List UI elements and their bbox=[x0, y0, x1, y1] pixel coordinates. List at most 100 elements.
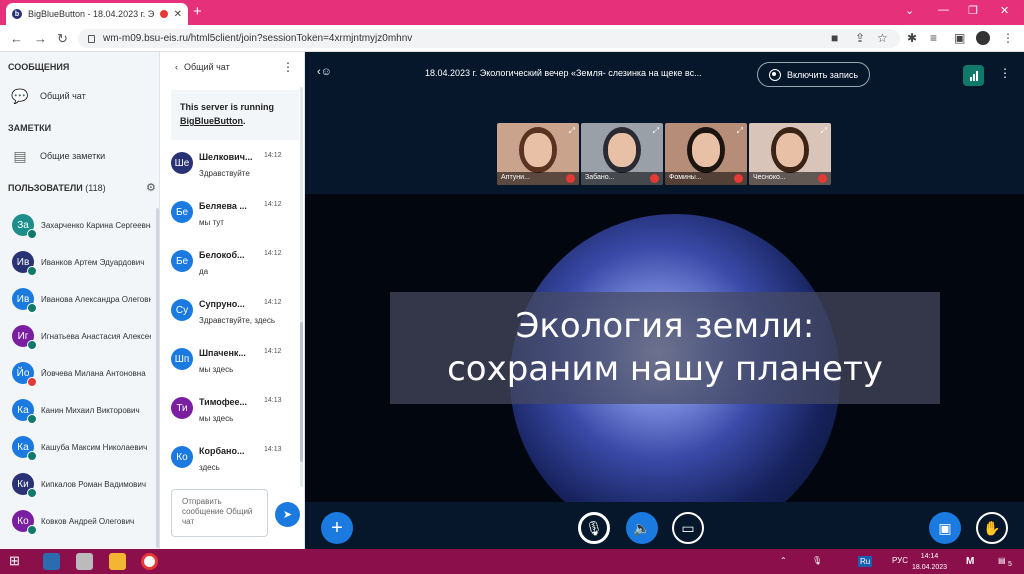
user-list-item[interactable]: Иг Игнатьева Анастасия Алексеевна bbox=[12, 321, 160, 351]
notes-header: ЗАМЕТКИ bbox=[8, 123, 52, 133]
notifications-icon[interactable]: ▤ bbox=[998, 556, 1006, 565]
message-author: Корбано... bbox=[199, 446, 245, 456]
webcam-tile[interactable]: ⤢ Чесноко... bbox=[749, 123, 831, 185]
share-webcam-button[interactable]: ▭ bbox=[672, 512, 704, 544]
close-window-button[interactable]: ✕ bbox=[1000, 4, 1009, 17]
headset-icon bbox=[27, 229, 37, 239]
tab-close-icon[interactable]: ✕ bbox=[174, 9, 182, 20]
send-message-button[interactable]: ➤ bbox=[275, 502, 300, 527]
users-settings-gear-icon[interactable]: ⚙ bbox=[146, 181, 156, 194]
avatar-initials: Ше bbox=[174, 157, 190, 169]
fullscreen-icon[interactable]: ⤢ bbox=[569, 126, 575, 136]
avatar: Су bbox=[171, 299, 193, 321]
bookmark-star-icon[interactable]: ☆ bbox=[877, 31, 888, 45]
address-bar[interactable]: wm-m09.bsu-eis.ru/html5client/join?sessi… bbox=[78, 29, 900, 48]
tab-search-icon[interactable]: ⌄ bbox=[905, 4, 914, 17]
chat-message-input[interactable]: Отправить сообщение Общий чат bbox=[171, 489, 268, 537]
recording-indicator-icon bbox=[159, 10, 168, 18]
fullscreen-icon[interactable]: ⤢ bbox=[653, 126, 659, 136]
forward-arrow-icon[interactable]: → bbox=[34, 31, 47, 46]
public-chat-item[interactable]: 💬 Общий чат bbox=[10, 88, 85, 104]
avatar-initials: Бе bbox=[175, 255, 189, 267]
profile-avatar[interactable] bbox=[976, 31, 990, 45]
meeting-options-icon[interactable]: ⋮ bbox=[999, 66, 1011, 80]
avatar: Ше bbox=[171, 152, 193, 174]
keyboard-language[interactable]: РУС bbox=[892, 556, 908, 565]
user-list[interactable]: За Захарченко Карина Сергеевна Ив Иванков А… bbox=[0, 206, 160, 551]
message-text: Здравствуйте, здесь bbox=[199, 316, 276, 325]
side-panel-icon[interactable]: ▣ bbox=[954, 31, 965, 45]
file-explorer-icon[interactable] bbox=[109, 553, 126, 570]
mic-muted-icon bbox=[27, 377, 37, 387]
lang-badge[interactable]: Ru bbox=[858, 556, 873, 567]
welcome-text: This server is running bbox=[180, 102, 275, 112]
avatar-initials: За bbox=[17, 219, 29, 231]
chat-scrollbar-thumb[interactable] bbox=[300, 322, 303, 462]
headset-icon bbox=[27, 525, 37, 535]
message-time: 14:12 bbox=[264, 250, 282, 257]
user-name: Игнатьева Анастасия Алексеевна bbox=[41, 331, 151, 341]
user-list-item[interactable]: Ив Иванова Александра Олеговна bbox=[12, 284, 160, 314]
extensions-icon[interactable]: ✱ bbox=[907, 31, 917, 45]
maximize-button[interactable]: ❐ bbox=[968, 4, 978, 17]
presentation-toggle-button[interactable]: ▣ bbox=[929, 512, 961, 544]
meeting-area: ‹☺ 18.04.2023 г. Экологический вечер «Зе… bbox=[305, 52, 1024, 549]
user-list-item[interactable]: Ка Канин Михаил Викторович bbox=[12, 395, 160, 425]
unmute-microphone-button[interactable]: 🎙 bbox=[578, 512, 610, 544]
mic-muted-icon bbox=[818, 174, 827, 183]
tray-mic-icon[interactable]: 🎙 bbox=[812, 556, 822, 565]
hand-icon: ✋ bbox=[983, 519, 1001, 536]
bigbluebutton-link[interactable]: BigBlueButton bbox=[180, 116, 243, 126]
users-sidebar: СООБЩЕНИЯ 💬 Общий чат ЗАМЕТКИ ▤ Общие за… bbox=[0, 52, 160, 549]
start-recording-button[interactable]: Включить запись bbox=[757, 62, 870, 87]
taskbar-app-icon[interactable] bbox=[43, 553, 60, 570]
chevron-left-icon[interactable]: ‹ bbox=[175, 62, 178, 72]
url-text: wm-m09.bsu-eis.ru/html5client/join?sessi… bbox=[103, 33, 413, 44]
new-tab-button[interactable]: + bbox=[193, 4, 202, 20]
avatar-initials: Су bbox=[175, 304, 189, 316]
headset-icon bbox=[27, 266, 37, 276]
user-list-item[interactable]: За Захарченко Карина Сергеевна bbox=[12, 210, 160, 240]
taskbar-app-logo-icon[interactable]: M bbox=[966, 556, 974, 567]
avatar-initials: Ко bbox=[176, 451, 188, 463]
taskbar-app-icon[interactable] bbox=[76, 553, 93, 570]
webcam-tile[interactable]: ⤢ Забано... bbox=[581, 123, 663, 185]
browser-tab[interactable]: b BigBlueButton - 18.04.2023 г. Эк ✕ bbox=[6, 3, 188, 25]
tray-chevron-icon[interactable]: ⌃ bbox=[780, 556, 787, 565]
camera-icon[interactable]: ■ bbox=[831, 31, 838, 45]
webcam-tile[interactable]: ⤢ Фомины... bbox=[665, 123, 747, 185]
back-arrow-icon[interactable]: ← bbox=[10, 31, 23, 46]
user-list-item[interactable]: Ив Иванков Артем Эдуардович bbox=[12, 247, 160, 277]
minimize-button[interactable]: — bbox=[938, 4, 949, 16]
windows-start-icon[interactable]: ⊞ bbox=[9, 553, 26, 570]
user-list-item[interactable]: Ка Кашуба Максим Николаевич bbox=[12, 432, 160, 462]
chat-options-icon[interactable]: ⋮ bbox=[282, 60, 294, 74]
fullscreen-icon[interactable]: ⤢ bbox=[821, 126, 827, 136]
message-time: 14:12 bbox=[264, 299, 282, 306]
raise-hand-button[interactable]: ✋ bbox=[976, 512, 1008, 544]
user-list-item[interactable]: Йо Йовчева Милана Антоновна bbox=[12, 358, 160, 388]
actions-plus-button[interactable]: + bbox=[321, 512, 353, 544]
headset-icon bbox=[27, 303, 37, 313]
fullscreen-icon[interactable]: ⤢ bbox=[737, 126, 743, 136]
reload-icon[interactable]: ↻ bbox=[57, 31, 68, 47]
shared-notes-item[interactable]: ▤ Общие заметки bbox=[10, 148, 105, 164]
avatar: Ка bbox=[12, 399, 37, 424]
share-icon[interactable]: ⇪ bbox=[855, 31, 865, 45]
webcam-tile[interactable]: ⤢ Аптуни... bbox=[497, 123, 579, 185]
chrome-icon[interactable] bbox=[141, 553, 158, 570]
message-author: Шпаченк... bbox=[199, 348, 246, 358]
user-list-scrollbar[interactable] bbox=[156, 208, 159, 548]
user-list-item[interactable]: Ки Кипкалов Роман Вадимович bbox=[12, 469, 160, 499]
media-control-icon[interactable]: ≡ bbox=[930, 31, 937, 45]
taskbar-clock[interactable]: 14:14 18.04.2023 bbox=[912, 551, 947, 573]
message-text: мы здесь bbox=[199, 365, 234, 374]
mic-muted-icon bbox=[734, 174, 743, 183]
user-name: Йовчева Милана Антоновна bbox=[41, 368, 146, 378]
user-list-item[interactable]: Ко Ковков Андрей Олегович bbox=[12, 506, 160, 536]
connection-status-icon[interactable] bbox=[963, 65, 984, 86]
audio-button[interactable]: 🔈 bbox=[626, 512, 658, 544]
avatar: Бе bbox=[171, 201, 193, 223]
browser-menu-icon[interactable]: ⋮ bbox=[1002, 31, 1014, 45]
toggle-userlist-icon[interactable]: ‹☺ bbox=[317, 66, 332, 78]
